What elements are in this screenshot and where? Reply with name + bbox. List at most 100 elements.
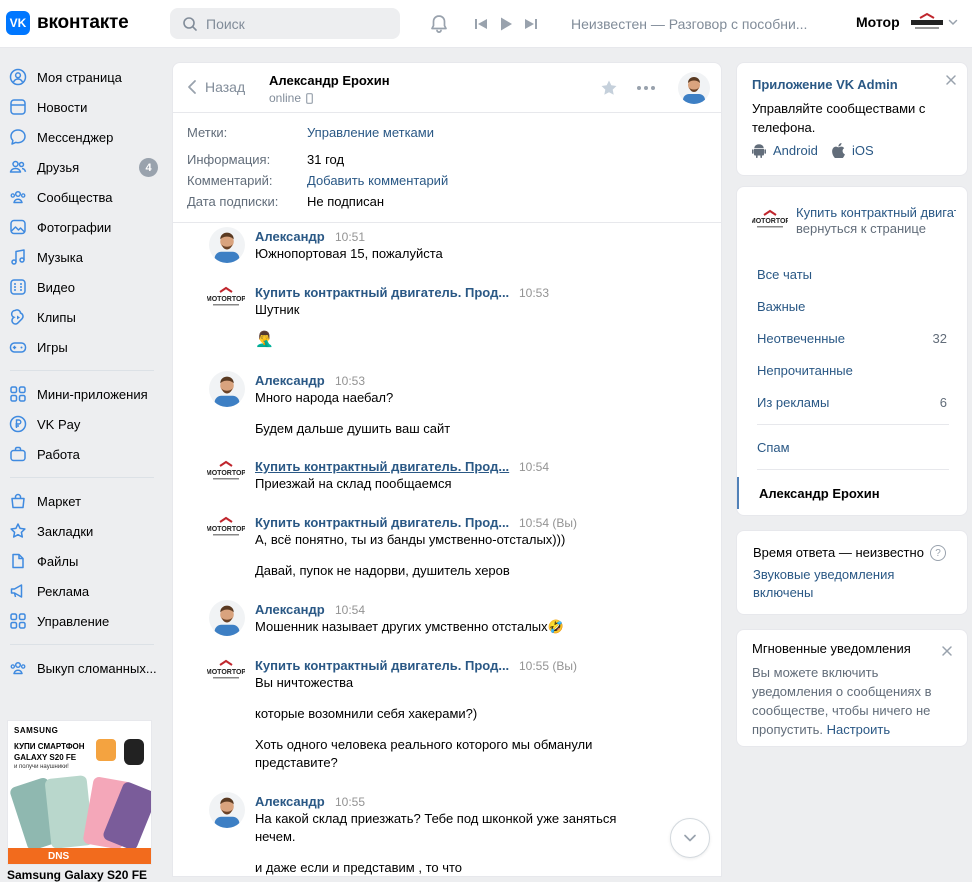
message-author[interactable]: Александр [255,373,325,388]
sidebar-item-news[interactable]: Новости [0,92,160,122]
sidebar-item-mini-apps[interactable]: Мини-приложения [0,379,160,409]
message-author[interactable]: Александр [255,794,325,809]
group-avatar[interactable]: MOTORTOP [207,459,245,485]
group-avatar[interactable]: MOTORTOP [207,285,245,311]
group-avatar[interactable]: MOTORTOP [207,515,245,541]
sidebar-item-label: Маркет [37,493,82,509]
sidebar-item-label: Сообщества [37,189,113,205]
sidebar-item-files[interactable]: Файлы [0,546,160,576]
sidebar-item-my-page[interactable]: Моя страница [0,62,160,92]
configure-notifications-link[interactable]: Настроить [827,722,891,737]
back-button[interactable]: Назад [187,79,245,95]
active-conversation-item[interactable]: Александр Ерохин [737,477,967,509]
sidebar-item-music[interactable]: Музыка [0,242,160,272]
sidebar-item-messenger[interactable]: Мессенджер [0,122,160,152]
sidebar-item-manage[interactable]: Управление [0,606,160,636]
folder-unread[interactable]: Непрочитанные [737,354,967,386]
group-avatar[interactable]: MOTORTOP [207,658,245,684]
close-icon[interactable] [941,645,953,657]
info-value: Не подписан [307,194,385,209]
folder-spam[interactable]: Спам [737,431,967,463]
message-author[interactable]: Купить контрактный двигатель. Прод... [255,459,509,474]
message-time[interactable]: 10:53 [335,374,365,388]
profile-menu[interactable]: Мотор [856,12,958,32]
message-time[interactable]: 10:53 [519,286,549,300]
close-icon[interactable] [945,74,957,86]
folder-from-ads[interactable]: Из рекламы 6 [737,386,967,418]
sidebar-item-video[interactable]: Видео [0,272,160,302]
community-logo-icon[interactable]: MOTORTOP [752,209,788,231]
sidebar-item-label: Работа [37,446,80,462]
message-author[interactable]: Купить контрактный двигатель. Прод... [255,285,509,300]
message-time[interactable]: 10:55 [335,795,365,809]
help-icon[interactable]: ? [930,545,946,561]
folder-important[interactable]: Важные [737,290,967,322]
sidebar-item-clips[interactable]: Клипы [0,302,160,332]
friends-icon [8,157,28,177]
message-time[interactable]: 10:54 [519,460,549,474]
folder-all-chats[interactable]: Все чаты [737,258,967,290]
more-options-icon[interactable] [636,85,656,91]
sidebar-item-label: Закладки [37,523,94,539]
add-comment-link[interactable]: Добавить комментарий [307,173,448,188]
profile-name: Мотор [856,14,900,30]
sidebar-item-group[interactable]: Выкуп сломанных... [0,653,160,683]
sidebar-item-market[interactable]: Маркет [0,486,160,516]
message-time[interactable]: 10:51 [335,230,365,244]
sidebar-item-bookmarks[interactable]: Закладки [0,516,160,546]
play-icon[interactable] [498,16,514,32]
vk-logo[interactable]: VK вконтакте [6,11,129,35]
return-to-page-link[interactable]: вернуться к странице [796,221,926,236]
folder-label: Неотвеченные [757,330,846,346]
message-author[interactable]: Александр [255,602,325,617]
megaphone-icon [8,581,28,601]
user-avatar[interactable] [209,600,245,636]
sidebar-item-communities[interactable]: Сообщества [0,182,160,212]
sidebar-item-photos[interactable]: Фотографии [0,212,160,242]
bell-icon[interactable] [428,13,450,35]
android-link[interactable]: Android [752,143,818,158]
sidebar-item-friends[interactable]: Друзья 4 [0,152,160,182]
folder-unanswered[interactable]: Неотвеченные 32 [737,322,967,354]
user-avatar[interactable] [209,371,245,407]
message-time[interactable]: 10:55 (Вы) [519,659,577,673]
ad-caption[interactable]: Samsung Galaxy S20 FE [7,868,147,882]
folder-count: 6 [939,394,947,410]
current-track[interactable]: Неизвестен — Разговор с пособни... [571,16,811,32]
message-time[interactable]: 10:54 [335,603,365,617]
promo-title[interactable]: Приложение VK Admin [752,77,898,92]
peer-name[interactable]: Александр Ерохин [269,73,390,88]
message-author[interactable]: Александр [255,229,325,244]
sidebar-item-games[interactable]: Игры [0,332,160,362]
ios-label: iOS [852,143,874,158]
message-author[interactable]: Купить контрактный двигатель. Прод... [255,658,509,673]
sidebar-item-label: Видео [37,279,75,295]
sidebar-divider [10,477,154,478]
sidebar-item-work[interactable]: Работа [0,439,160,469]
sidebar-item-ads[interactable]: Реклама [0,576,160,606]
response-time-card: Время ответа — неизвестно ? Звуковые уве… [736,530,968,615]
sidebar-ad-banner[interactable]: SAMSUNG КУПИ СМАРТФОН GALAXY S20 FE и по… [7,720,152,865]
peer-avatar[interactable] [678,72,710,104]
prev-track-icon[interactable] [474,17,488,31]
manage-tags-link[interactable]: Управление метками [307,125,434,140]
info-key: Комментарий: [187,173,273,188]
scroll-down-button[interactable] [670,818,710,858]
user-avatar[interactable] [209,227,245,263]
ios-link[interactable]: iOS [832,143,874,158]
apps-icon [8,384,28,404]
ad-store-strip [8,848,151,864]
message-author[interactable]: Купить контрактный двигатель. Прод... [255,515,509,530]
sidebar-item-vk-pay[interactable]: VK Pay [0,409,160,439]
message-text: Будем дальше душить ваш сайт [255,421,451,436]
svg-text:MOTORTOP: MOTORTOP [207,669,245,676]
message-time[interactable]: 10:54 (Вы) [519,516,577,530]
sound-notifications-toggle[interactable]: Звуковые уведомления включены [753,566,933,602]
news-icon [8,97,28,117]
favorite-star-icon[interactable] [600,79,618,97]
search-box[interactable] [170,8,400,39]
search-input[interactable] [206,15,396,32]
community-name-link[interactable]: Купить контрактный двигатель... [796,205,956,220]
next-track-icon[interactable] [524,17,538,31]
user-avatar[interactable] [209,792,245,828]
